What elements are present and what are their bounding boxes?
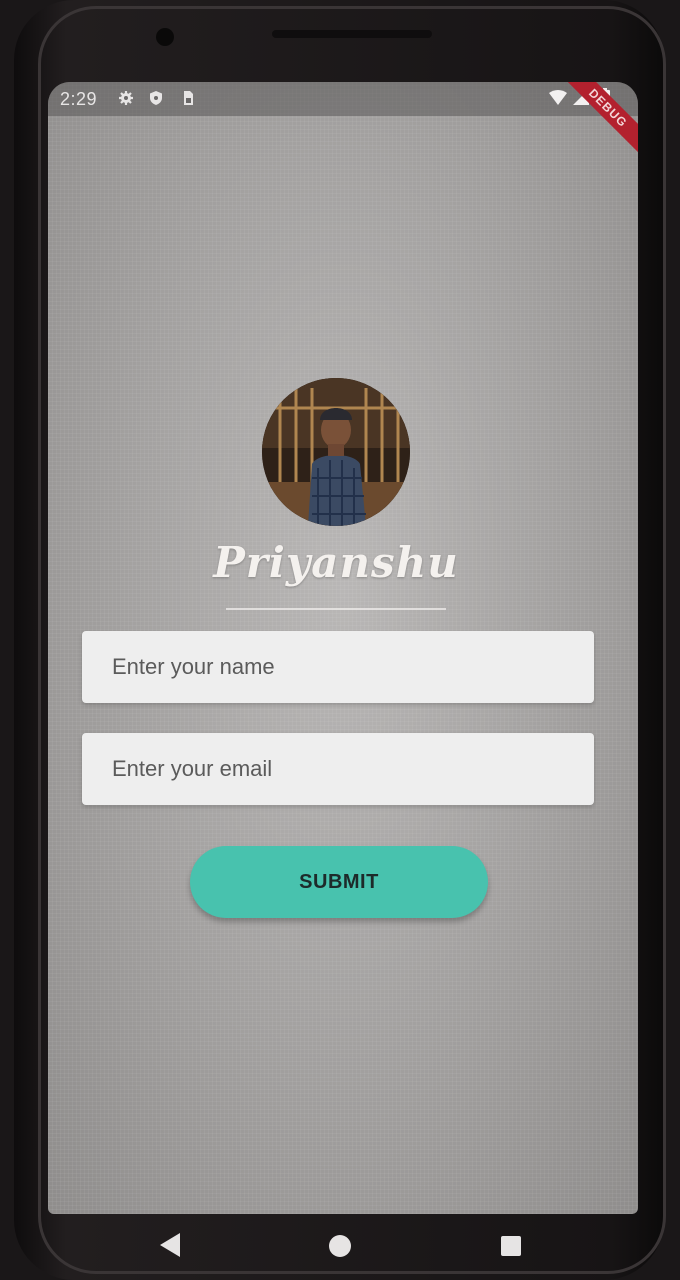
gear-icon bbox=[119, 91, 133, 105]
app-screen: 2:29 DEBUG Priyanshu Enter your name Ent… bbox=[48, 82, 638, 1214]
submit-button[interactable]: SUBMIT bbox=[190, 846, 488, 918]
recent-apps-icon[interactable] bbox=[500, 1235, 522, 1257]
email-input[interactable] bbox=[82, 733, 594, 805]
status-time: 2:29 bbox=[60, 89, 98, 109]
status-bar: 2:29 DEBUG bbox=[48, 82, 638, 158]
front-camera bbox=[156, 28, 174, 46]
name-field[interactable] bbox=[82, 631, 594, 703]
wifi-icon bbox=[549, 90, 567, 105]
profile-name: Priyanshu bbox=[213, 538, 459, 587]
earpiece-speaker bbox=[272, 30, 432, 38]
debug-banner: DEBUG bbox=[558, 82, 638, 158]
avatar bbox=[262, 378, 410, 526]
profile-photo bbox=[262, 378, 410, 526]
shield-icon bbox=[150, 91, 162, 105]
name-divider bbox=[226, 608, 446, 610]
back-icon[interactable] bbox=[158, 1232, 182, 1258]
name-input[interactable] bbox=[82, 631, 594, 703]
sim-icon bbox=[184, 91, 193, 105]
home-icon[interactable] bbox=[328, 1234, 352, 1258]
email-field[interactable] bbox=[82, 733, 594, 805]
navigation-bar bbox=[48, 1214, 638, 1280]
